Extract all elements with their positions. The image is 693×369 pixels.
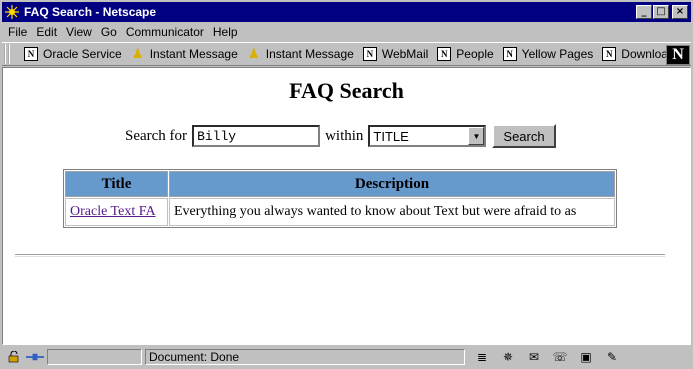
page-title: FAQ Search — [289, 78, 404, 103]
toolbar-item-people[interactable]: N People — [437, 47, 494, 61]
horizontal-rule — [15, 254, 665, 257]
toolbar-item-download[interactable]: N Download — [602, 47, 675, 61]
chevron-down-icon[interactable]: ▼ — [468, 127, 485, 145]
maximize-button[interactable]: □ — [653, 5, 669, 19]
search-button[interactable]: Search — [492, 124, 556, 148]
results-table: Title Description Oracle Text FA Everyth… — [63, 169, 617, 228]
status-text: Document: Done — [145, 349, 465, 365]
navigator-icon[interactable]: ✵ — [495, 350, 521, 364]
component-bar: ≣ ✵ ✉ ☏ ▣ ✎ — [469, 350, 625, 364]
progress-bar — [47, 349, 142, 365]
within-select[interactable]: TITLE ▼ — [368, 125, 487, 147]
netscape-app-icon[interactable] — [4, 4, 20, 20]
toolbar-item-label: WebMail — [381, 47, 429, 61]
netscape-n-icon: N — [602, 47, 617, 61]
menu-edit[interactable]: Edit — [36, 25, 57, 39]
person-icon: ♟ — [247, 46, 260, 61]
toolbar-grip[interactable] — [4, 44, 10, 64]
menu-view[interactable]: View — [66, 25, 92, 39]
menu-help[interactable]: Help — [213, 25, 238, 39]
composer-icon[interactable]: ✎ — [599, 350, 625, 364]
toolbar-item-oracle-service[interactable]: N Oracle Service — [24, 47, 122, 61]
netscape-logo-icon[interactable]: N — [666, 45, 690, 65]
menu-bar: File Edit View Go Communicator Help — [2, 23, 691, 41]
cell-description: Everything you always wanted to know abo… — [169, 198, 615, 226]
toolbar-item-label: Yellow Pages — [521, 47, 594, 61]
page-content: FAQ Search Search for Billy within TITLE… — [2, 67, 691, 345]
table-header-row: Title Description — [65, 171, 615, 197]
within-select-value: TITLE — [373, 128, 409, 144]
toolbar-item-label: Oracle Service — [43, 47, 122, 61]
menu-go[interactable]: Go — [101, 25, 117, 39]
toolbar-item-instant-message[interactable]: ♟ Instant Message — [131, 46, 238, 61]
minimize-button[interactable]: _ — [636, 5, 652, 19]
column-header-title: Title — [65, 171, 168, 197]
title-bar: FAQ Search - Netscape _ □ × — [2, 2, 691, 22]
toolbar-item-webmail[interactable]: N WebMail — [362, 47, 429, 61]
faq-title-link[interactable]: Oracle Text FA — [70, 204, 156, 219]
search-input[interactable]: Billy — [192, 125, 321, 147]
netscape-n-icon: N — [437, 47, 452, 61]
close-button[interactable]: × — [672, 5, 688, 19]
search-form: Search for Billy within TITLE ▼ Search — [125, 124, 556, 148]
toolbar-item-yellow-pages[interactable]: N Yellow Pages — [502, 47, 594, 61]
toolbar-item-label: Instant Message — [149, 47, 238, 61]
netscape-n-icon: N — [362, 47, 377, 61]
mail-icon[interactable]: ✉ — [521, 350, 547, 364]
within-label: within — [325, 127, 364, 144]
status-bar: Document: Done ≣ ✵ ✉ ☏ ▣ ✎ — [2, 347, 691, 367]
toolbar-item-label: People — [456, 47, 494, 61]
toolbar-item-label: Instant Message — [265, 47, 354, 61]
menu-communicator[interactable]: Communicator — [126, 25, 204, 39]
window-title: FAQ Search - Netscape — [24, 5, 157, 19]
menu-file[interactable]: File — [8, 25, 27, 39]
search-label: Search for — [125, 127, 188, 144]
taskbar-grip-icon[interactable]: ≣ — [469, 350, 495, 364]
person-icon: ♟ — [131, 46, 144, 61]
toolbar-item-instant-message-2[interactable]: ♟ Instant Message — [247, 46, 354, 61]
netscape-n-icon: N — [502, 47, 517, 61]
column-header-description: Description — [169, 171, 615, 197]
online-status-icon[interactable] — [26, 350, 44, 364]
security-lock-icon[interactable] — [5, 350, 23, 364]
table-row: Oracle Text FA Everything you always wan… — [65, 198, 615, 226]
newsgroups-icon[interactable]: ☏ — [547, 350, 573, 364]
netscape-n-icon: N — [24, 47, 38, 61]
cell-title: Oracle Text FA — [65, 198, 168, 226]
personal-toolbar: N Oracle Service ♟ Instant Message ♟ Ins… — [2, 42, 691, 66]
address-book-icon[interactable]: ▣ — [573, 350, 599, 364]
